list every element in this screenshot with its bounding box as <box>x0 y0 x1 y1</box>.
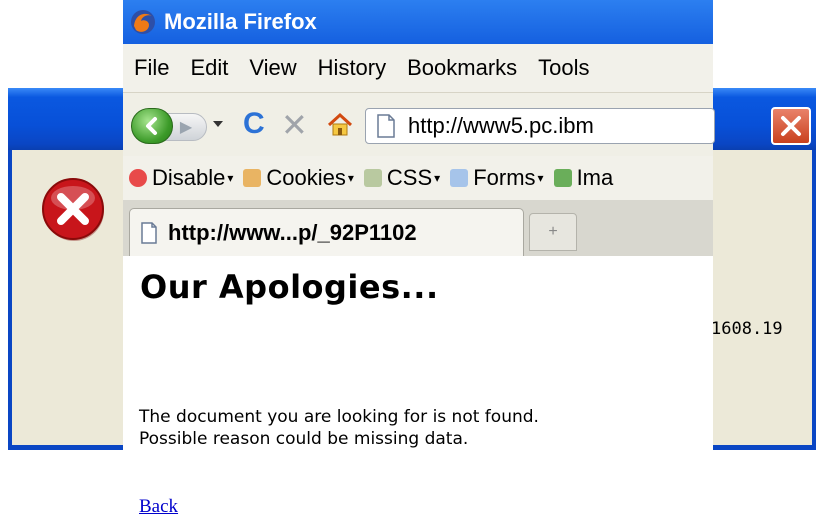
dialog-partial-text: 1608.19 <box>711 319 783 339</box>
images-icon <box>553 169 572 187</box>
history-dropdown-icon[interactable] <box>213 121 223 127</box>
forms-label: Forms <box>473 165 536 190</box>
menu-edit[interactable]: Edit <box>190 55 228 81</box>
forms-icon <box>450 169 469 187</box>
menu-file[interactable]: File <box>134 55 169 81</box>
address-bar[interactable]: http://www5.pc.ibm <box>365 108 715 144</box>
tab-title: http://www...p/_92P1102 <box>168 219 417 245</box>
firefox-window: Mozilla Firefox File Edit View History B… <box>123 0 715 452</box>
error-message-line2: Possible reason could be missing data. <box>139 429 469 449</box>
back-link[interactable]: Back <box>139 496 178 518</box>
error-message-line1: The document you are looking for is not … <box>139 407 539 427</box>
navigation-toolbar: ▶ C ✕ http://www5.pc.ibm <box>123 92 715 157</box>
window-titlebar: Mozilla Firefox <box>123 0 713 44</box>
tab-strip: http://www...p/_92P1102 + <box>123 200 713 256</box>
close-icon <box>781 116 801 136</box>
images-label: Ima <box>576 165 614 190</box>
images-menu[interactable]: Ima <box>553 165 614 191</box>
cookies-icon <box>243 169 262 187</box>
disable-menu[interactable]: Disable ▾ <box>129 165 233 191</box>
css-label: CSS <box>386 165 433 190</box>
address-bar-url: http://www5.pc.ibm <box>408 113 594 138</box>
reload-icon[interactable]: C <box>243 107 265 141</box>
dialog-right-border <box>812 150 816 450</box>
back-arrow-icon <box>146 117 157 135</box>
css-icon <box>363 169 382 187</box>
stop-icon[interactable]: ✕ <box>281 106 308 144</box>
chevron-down-icon: ▾ <box>227 171 234 185</box>
menu-bookmarks[interactable]: Bookmarks <box>407 55 517 81</box>
new-tab-button[interactable]: + <box>529 213 577 251</box>
menu-history[interactable]: History <box>318 55 386 81</box>
error-icon <box>42 178 104 241</box>
css-menu[interactable]: CSS ▾ <box>363 165 441 191</box>
web-developer-toolbar: Disable ▾ Cookies ▾ CSS ▾ Forms ▾ Ima <box>123 156 713 200</box>
back-button[interactable] <box>131 108 173 144</box>
page-content: Our Apologies... The document you are lo… <box>123 256 713 452</box>
error-message: The document you are looking for is not … <box>139 406 539 450</box>
dialog-left-border <box>8 150 12 450</box>
home-icon[interactable] <box>326 111 354 139</box>
chevron-down-icon: ▾ <box>434 171 441 185</box>
forms-menu[interactable]: Forms ▾ <box>450 165 544 191</box>
chevron-down-icon: ▾ <box>537 171 544 185</box>
dialog-close-button[interactable] <box>771 107 811 145</box>
firefox-logo-icon <box>131 10 155 34</box>
forward-arrow-icon: ▶ <box>179 119 193 136</box>
menu-view[interactable]: View <box>249 55 296 81</box>
plus-icon: + <box>548 223 558 240</box>
menubar: File Edit View History Bookmarks Tools <box>123 44 713 92</box>
page-heading: Our Apologies... <box>140 268 439 306</box>
menu-tools[interactable]: Tools <box>538 55 589 81</box>
disable-icon <box>129 169 147 187</box>
cookies-menu[interactable]: Cookies ▾ <box>243 165 354 191</box>
tab-current[interactable]: http://www...p/_92P1102 <box>129 208 524 256</box>
page-icon <box>141 221 157 244</box>
cookies-label: Cookies <box>266 165 346 190</box>
page-icon <box>377 114 395 138</box>
disable-label: Disable <box>152 165 226 190</box>
chevron-down-icon: ▾ <box>347 171 354 185</box>
window-title: Mozilla Firefox <box>164 9 317 34</box>
